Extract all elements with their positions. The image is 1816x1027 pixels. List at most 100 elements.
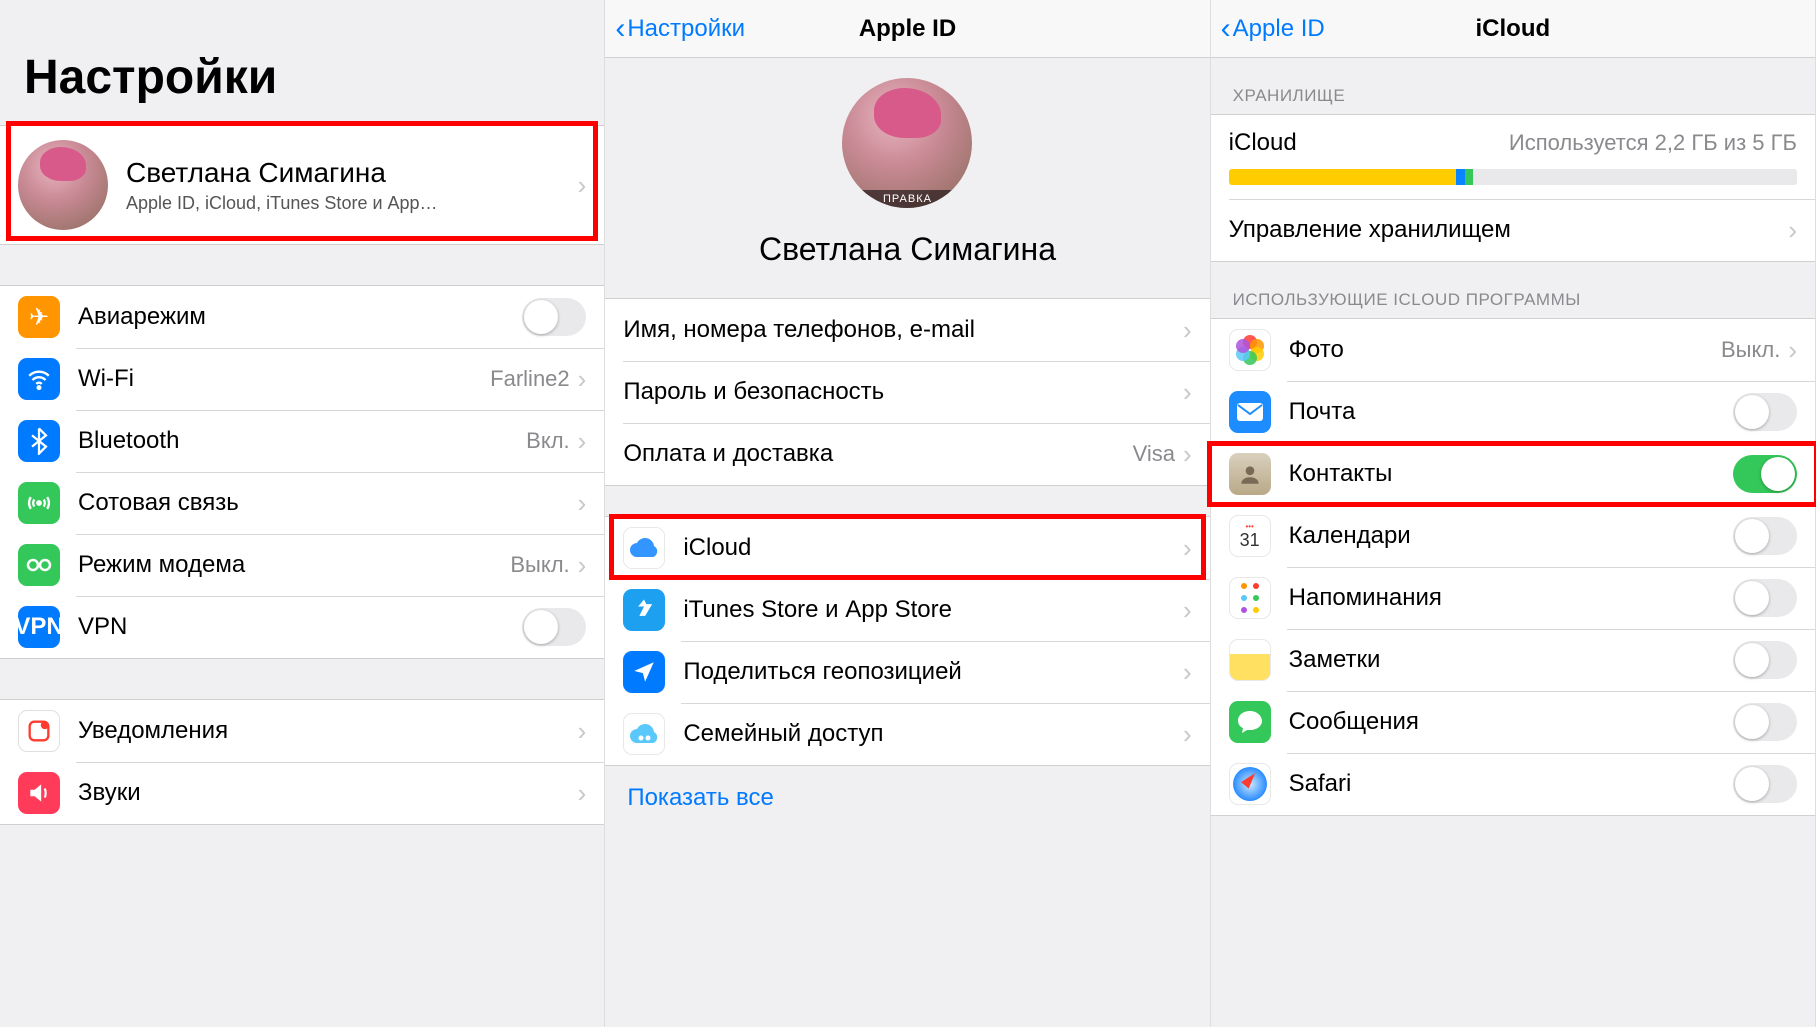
connectivity-group: ✈ Авиарежим Wi-Fi Farline2 › Bluetooth В… bbox=[0, 285, 604, 659]
calendar-toggle[interactable] bbox=[1733, 517, 1797, 555]
chevron-right-icon: › bbox=[578, 364, 587, 395]
row-wifi[interactable]: Wi-Fi Farline2 › bbox=[0, 348, 604, 410]
sounds-icon bbox=[18, 772, 60, 814]
row-label: Оплата и доставка bbox=[623, 440, 1132, 468]
row-contacts[interactable]: Контакты bbox=[1211, 443, 1815, 505]
messages-toggle[interactable] bbox=[1733, 703, 1797, 741]
row-family[interactable]: Семейный доступ › bbox=[605, 703, 1209, 765]
back-button[interactable]: ‹ Настройки bbox=[615, 14, 745, 44]
row-detail: Farline2 bbox=[490, 366, 569, 392]
row-airplane[interactable]: ✈ Авиарежим bbox=[0, 286, 604, 348]
account-group: Имя, номера телефонов, e-mail › Пароль и… bbox=[605, 298, 1209, 486]
photos-icon bbox=[1229, 329, 1271, 371]
row-label: Wi-Fi bbox=[78, 365, 490, 393]
services-group: iCloud › iTunes Store и App Store › Поде… bbox=[605, 516, 1209, 766]
row-label: Режим модема bbox=[78, 551, 510, 579]
vpn-icon: VPN bbox=[18, 606, 60, 648]
row-label: iTunes Store и App Store bbox=[683, 596, 1183, 624]
row-label: Сообщения bbox=[1289, 708, 1733, 736]
screen-icloud: ‹ Apple ID iCloud ХРАНИЛИЩЕ iCloud Испол… bbox=[1211, 0, 1816, 1027]
storage-group: iCloud Используется 2,2 ГБ из 5 ГБ Управ… bbox=[1211, 114, 1815, 262]
chevron-right-icon: › bbox=[1788, 215, 1797, 246]
chevron-right-icon: › bbox=[1183, 439, 1192, 470]
row-notifications[interactable]: Уведомления › bbox=[0, 700, 604, 762]
row-label: Звуки bbox=[78, 779, 578, 807]
row-label: Почта bbox=[1289, 398, 1733, 426]
chevron-right-icon: › bbox=[578, 778, 587, 809]
bluetooth-icon bbox=[18, 420, 60, 462]
row-reminders[interactable]: Напоминания bbox=[1211, 567, 1815, 629]
row-photos[interactable]: Фото Выкл. › bbox=[1211, 319, 1815, 381]
notes-toggle[interactable] bbox=[1733, 641, 1797, 679]
chevron-left-icon: ‹ bbox=[1221, 14, 1231, 44]
profile-row[interactable]: Светлана Симагина Apple ID, iCloud, iTun… bbox=[0, 125, 604, 245]
row-messages[interactable]: Сообщения bbox=[1211, 691, 1815, 753]
chevron-right-icon: › bbox=[1183, 595, 1192, 626]
storage-label: iCloud bbox=[1229, 129, 1297, 157]
appstore-icon bbox=[623, 589, 665, 631]
chevron-right-icon: › bbox=[1183, 315, 1192, 346]
mail-toggle[interactable] bbox=[1733, 393, 1797, 431]
hotspot-icon bbox=[18, 544, 60, 586]
contacts-toggle[interactable] bbox=[1733, 455, 1797, 493]
row-vpn[interactable]: VPN VPN bbox=[0, 596, 604, 658]
row-label: Сотовая связь bbox=[78, 489, 578, 517]
row-detail: Visa bbox=[1133, 441, 1175, 467]
avatar bbox=[18, 140, 108, 230]
chevron-left-icon: ‹ bbox=[615, 14, 625, 44]
chevron-right-icon: › bbox=[578, 170, 587, 201]
row-detail: Выкл. bbox=[510, 552, 569, 578]
avatar[interactable]: ПРАВКА bbox=[842, 78, 972, 208]
row-icloud[interactable]: iCloud › bbox=[605, 517, 1209, 579]
chevron-right-icon: › bbox=[1183, 533, 1192, 564]
row-label: Поделиться геопозицией bbox=[683, 658, 1183, 686]
mail-icon bbox=[1229, 391, 1271, 433]
row-bluetooth[interactable]: Bluetooth Вкл. › bbox=[0, 410, 604, 472]
row-notes[interactable]: Заметки bbox=[1211, 629, 1815, 691]
wifi-icon bbox=[18, 358, 60, 400]
row-mail[interactable]: Почта bbox=[1211, 381, 1815, 443]
row-manage-storage[interactable]: Управление хранилищем › bbox=[1211, 199, 1815, 261]
screen-settings: Настройки Светлана Симагина Apple ID, iC… bbox=[0, 0, 605, 1027]
row-detail: Вкл. bbox=[526, 428, 570, 454]
row-safari[interactable]: Safari bbox=[1211, 753, 1815, 815]
row-label: Bluetooth bbox=[78, 427, 526, 455]
airplane-icon: ✈ bbox=[18, 296, 60, 338]
chevron-right-icon: › bbox=[1183, 719, 1192, 750]
row-calendar[interactable]: ••• 31 Календари bbox=[1211, 505, 1815, 567]
chevron-right-icon: › bbox=[1183, 377, 1192, 408]
row-label: Напоминания bbox=[1289, 584, 1733, 612]
chevron-right-icon: › bbox=[1788, 335, 1797, 366]
airplane-toggle[interactable] bbox=[522, 298, 586, 336]
reminders-toggle[interactable] bbox=[1733, 579, 1797, 617]
profile-subtitle: Apple ID, iCloud, iTunes Store и App… bbox=[126, 193, 578, 214]
contacts-icon bbox=[1229, 453, 1271, 495]
safari-icon bbox=[1229, 763, 1271, 805]
row-hotspot[interactable]: Режим модема Выкл. › bbox=[0, 534, 604, 596]
show-all-link[interactable]: Показать все bbox=[605, 766, 1209, 830]
back-button[interactable]: ‹ Apple ID bbox=[1221, 14, 1325, 44]
row-cellular[interactable]: Сотовая связь › bbox=[0, 472, 604, 534]
icloud-icon bbox=[623, 527, 665, 569]
row-storage: iCloud Используется 2,2 ГБ из 5 ГБ bbox=[1211, 115, 1815, 199]
storage-value: Используется 2,2 ГБ из 5 ГБ bbox=[1297, 130, 1797, 156]
row-label: Имя, номера телефонов, e-mail bbox=[623, 316, 1183, 344]
screen-apple-id: ‹ Настройки Apple ID ПРАВКА Светлана Сим… bbox=[605, 0, 1210, 1027]
safari-toggle[interactable] bbox=[1733, 765, 1797, 803]
row-location-share[interactable]: Поделиться геопозицией › bbox=[605, 641, 1209, 703]
vpn-toggle[interactable] bbox=[522, 608, 586, 646]
messages-icon bbox=[1229, 701, 1271, 743]
back-label: Apple ID bbox=[1233, 15, 1325, 43]
row-itunes[interactable]: iTunes Store и App Store › bbox=[605, 579, 1209, 641]
row-password[interactable]: Пароль и безопасность › bbox=[605, 361, 1209, 423]
row-sounds[interactable]: Звуки › bbox=[0, 762, 604, 824]
notes-icon bbox=[1229, 639, 1271, 681]
navbar: ‹ Apple ID iCloud bbox=[1211, 0, 1815, 58]
navbar: ‹ Настройки Apple ID bbox=[605, 0, 1209, 58]
family-icon bbox=[623, 713, 665, 755]
row-label: Семейный доступ bbox=[683, 720, 1183, 748]
row-payment[interactable]: Оплата и доставка Visa › bbox=[605, 423, 1209, 485]
row-name-phone[interactable]: Имя, номера телефонов, e-mail › bbox=[605, 299, 1209, 361]
notifications-icon bbox=[18, 710, 60, 752]
profile-text: Светлана Симагина Apple ID, iCloud, iTun… bbox=[126, 157, 578, 214]
